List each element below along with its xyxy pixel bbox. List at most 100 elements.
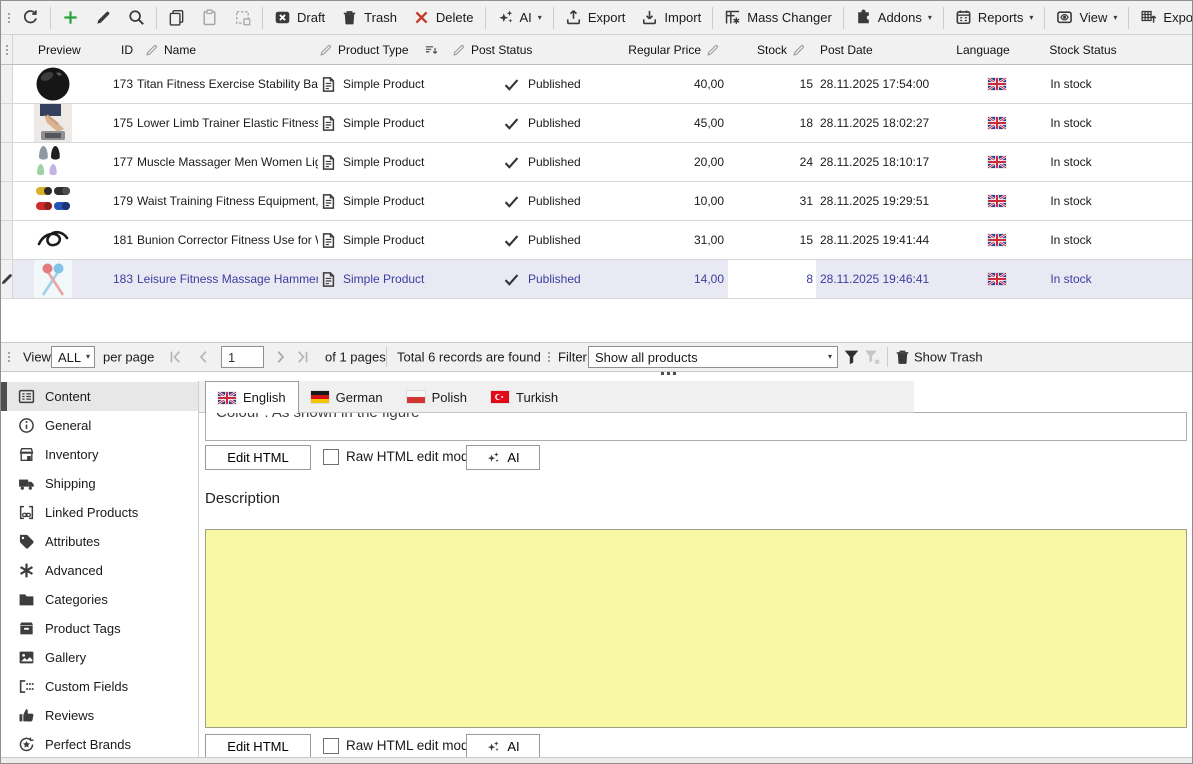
toolbar-separator — [943, 7, 944, 29]
toolbar-button-delete[interactable]: Delete — [405, 3, 482, 33]
sidebar-item-label: Custom Fields — [45, 679, 128, 694]
ai-button[interactable]: AI — [466, 445, 540, 470]
raw-html-checkbox[interactable] — [323, 738, 339, 754]
filter-drag-handle[interactable] — [544, 352, 554, 362]
toolbar-button-ai[interactable]: AI▾ — [489, 3, 550, 33]
table-row[interactable]: 183 Leisure Fitness Massage Hammer Mult … — [1, 260, 1192, 299]
sidebar-item-product-tags[interactable]: Product Tags — [1, 614, 198, 643]
grid-drag-handle[interactable] — [2, 45, 12, 55]
post-status-label: Published — [528, 194, 581, 208]
short-description-editor[interactable]: Colour : As shown in the figure — [205, 412, 1187, 441]
draft-icon — [274, 9, 291, 26]
toolbar-button-view[interactable]: View▾ — [1048, 3, 1125, 33]
toolbar-button-copy[interactable] — [160, 3, 193, 33]
edit-html-button[interactable]: Edit HTML — [205, 734, 311, 759]
show-trash-button[interactable]: Show Trash — [914, 350, 983, 365]
post-status-label: Published — [528, 116, 581, 130]
sidebar-item-custom-fields[interactable]: Custom Fields — [1, 672, 198, 701]
first-page-button[interactable] — [167, 349, 184, 366]
tab-polish[interactable]: Polish — [395, 382, 479, 412]
table-row[interactable]: 175 Lower Limb Trainer Elastic Fitness E… — [1, 104, 1192, 143]
column-header-preview[interactable]: Preview — [13, 35, 111, 64]
paste-icon — [201, 9, 218, 26]
toolbar-separator — [1128, 7, 1129, 29]
clear-filter-icon[interactable] — [864, 349, 881, 366]
cell-stock-status: In stock — [1018, 182, 1193, 220]
pager-separator — [887, 347, 888, 367]
flag-de-icon — [311, 391, 329, 403]
toolbar-button-import[interactable]: Import — [633, 3, 709, 33]
toolbar-button-addons[interactable]: Addons▾ — [847, 3, 940, 33]
toolbar-button-label: View — [1079, 10, 1107, 25]
per-page-select[interactable]: ALL ▾ — [51, 346, 95, 368]
description-textarea[interactable] — [205, 529, 1187, 728]
column-header-stock-status[interactable]: Stock Status — [1018, 35, 1193, 64]
toolbar-button-search[interactable] — [120, 3, 153, 33]
sidebar-item-attributes[interactable]: Attributes — [1, 527, 198, 556]
sidebar-item-general[interactable]: General — [1, 411, 198, 440]
table-row[interactable]: 173 Titan Fitness Exercise Stability Bal… — [1, 65, 1192, 104]
column-header-id[interactable]: ID — [111, 35, 135, 64]
toolbar-button-draft[interactable]: Draft — [266, 3, 333, 33]
toolbar-button-export-grid[interactable]: Export Grid▾ — [1132, 3, 1193, 33]
sidebar-item-gallery[interactable]: Gallery — [1, 643, 198, 672]
tab-german[interactable]: German — [299, 382, 395, 412]
table-row[interactable]: 179 Waist Training Fitness Equipment, Ba… — [1, 182, 1192, 221]
sidebar-item-advanced[interactable]: Advanced — [1, 556, 198, 585]
previous-page-button[interactable] — [195, 349, 212, 366]
check-icon — [503, 232, 520, 249]
ai-button[interactable]: AI — [466, 734, 540, 759]
ai-button-label: AI — [507, 450, 519, 465]
sidebar-item-label: Shipping — [45, 476, 96, 491]
sidebar-item-linked-products[interactable]: Linked Products — [1, 498, 198, 527]
next-page-button[interactable] — [272, 349, 289, 366]
sidebar-item-categories[interactable]: Categories — [1, 585, 198, 614]
flag-uk-icon — [988, 78, 1006, 90]
page-number-input[interactable] — [221, 346, 264, 368]
toolbar-button-add[interactable] — [54, 3, 87, 33]
tab-turkish[interactable]: Turkish — [479, 382, 570, 412]
column-header-product-type[interactable]: Product Type — [318, 35, 448, 64]
check-icon — [503, 271, 520, 288]
filter-value: Show all products — [595, 350, 698, 365]
sidebar-item-shipping[interactable]: Shipping — [1, 469, 198, 498]
raw-html-checkbox[interactable] — [323, 449, 339, 465]
toolbar-drag-handle[interactable] — [4, 13, 14, 23]
cell-stock: 15 — [728, 65, 816, 103]
flag-uk-icon — [988, 273, 1006, 285]
table-row[interactable]: 181 Bunion Corrector Fitness Use for Wom… — [1, 221, 1192, 260]
cell-language — [948, 182, 1018, 220]
column-header-regular-price[interactable]: Regular Price — [601, 35, 728, 64]
edit-icon — [95, 9, 112, 26]
cell-post-status: Published — [448, 65, 601, 103]
sort-filter-icon[interactable] — [424, 43, 438, 57]
cell-regular-price: 20,00 — [601, 143, 728, 181]
toolbar-button-refresh[interactable] — [14, 3, 47, 33]
column-header-stock[interactable]: Stock — [728, 35, 816, 64]
table-row[interactable]: 177 Muscle Massager Men Women Lightw Sim… — [1, 143, 1192, 182]
toolbar-button-paste[interactable] — [193, 3, 226, 33]
panel-splitter-handle[interactable] — [653, 367, 683, 379]
column-header-post-date[interactable]: Post Date — [816, 35, 948, 64]
toolbar-button-trash[interactable]: Trash — [333, 3, 405, 33]
column-header-post-status[interactable]: Post Status — [448, 35, 601, 64]
column-header-language[interactable]: Language — [948, 35, 1018, 64]
apply-filter-icon[interactable] — [843, 349, 860, 366]
sidebar-item-perfect-brands[interactable]: Perfect Brands — [1, 730, 198, 759]
toolbar-button-edit[interactable] — [87, 3, 120, 33]
last-page-button[interactable] — [294, 349, 311, 366]
tab-english[interactable]: English — [205, 381, 299, 413]
toolbar-button-paste-special[interactable] — [226, 3, 259, 33]
pager-drag-handle[interactable] — [4, 352, 14, 362]
filter-select[interactable]: Show all products ▾ — [588, 346, 838, 368]
sidebar-item-inventory[interactable]: Inventory — [1, 440, 198, 469]
toolbar-button-reports[interactable]: Reports▾ — [947, 3, 1042, 33]
sidebar-item-content[interactable]: Content — [1, 382, 198, 411]
sidebar-item-reviews[interactable]: Reviews — [1, 701, 198, 730]
document-icon — [320, 115, 337, 132]
column-header-name[interactable]: Name — [135, 35, 318, 64]
toolbar-button-export[interactable]: Export — [557, 3, 634, 33]
toolbar-button-label: AI — [520, 10, 532, 25]
edit-html-button[interactable]: Edit HTML — [205, 445, 311, 470]
toolbar-button-mass-changer[interactable]: Mass Changer — [716, 3, 840, 33]
